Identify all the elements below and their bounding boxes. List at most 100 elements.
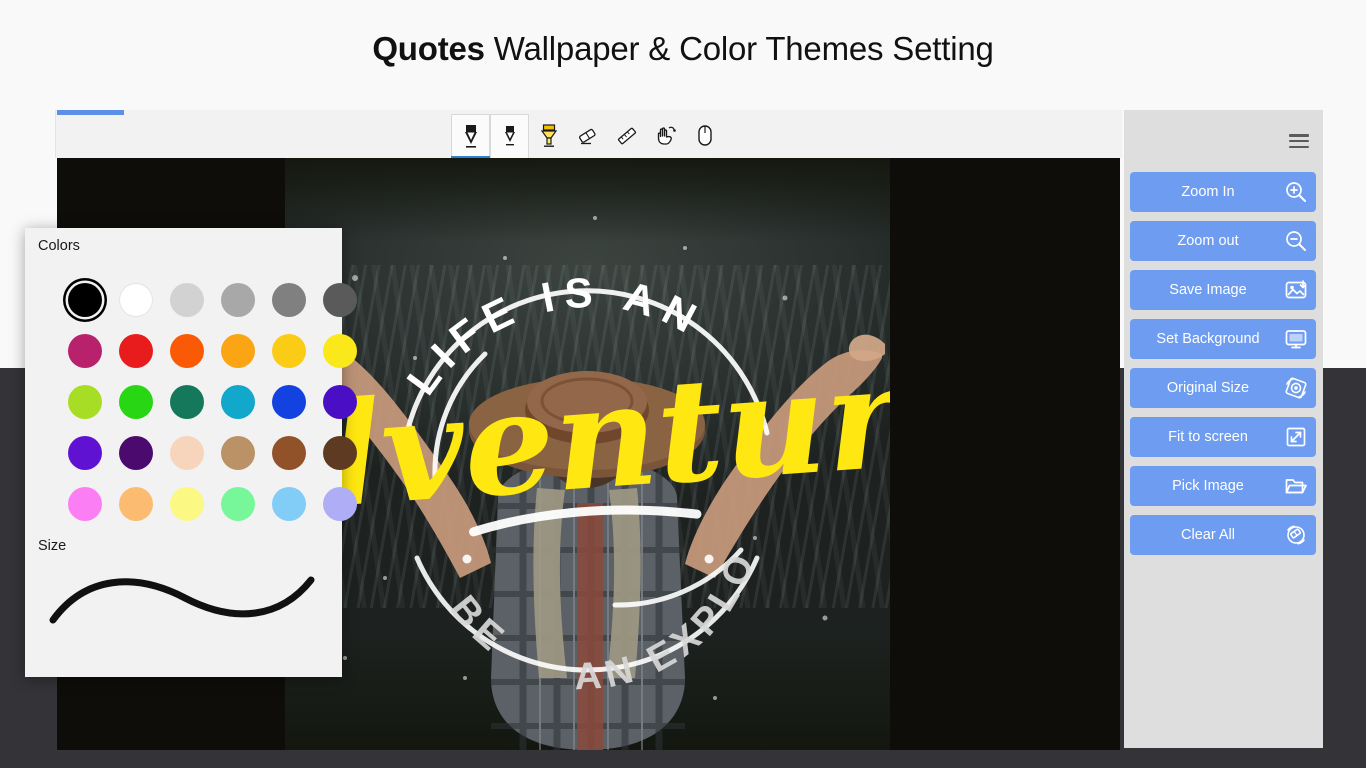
monitor-icon [1276,327,1316,351]
wallpaper-photo: LIFE IS AN BE AN EXPLORER Adventure [285,158,890,750]
ruler-icon [617,127,636,145]
original-size-label: Original Size [1166,380,1250,396]
color-swatch-22[interactable] [263,427,314,478]
color-swatch-dot [169,282,204,317]
color-swatch-dot [322,435,357,470]
color-swatch-21[interactable] [212,427,263,478]
color-swatch-dot [271,486,306,521]
color-swatch-dot [118,435,153,470]
color-swatch-15[interactable] [212,376,263,427]
color-swatch-dot [67,486,102,521]
color-swatch-9[interactable] [212,325,263,376]
highlighter-icon [540,124,557,147]
color-swatch-8[interactable] [161,325,212,376]
color-swatch-2[interactable] [161,274,212,325]
original-size-button[interactable]: Original Size [1130,368,1316,408]
fit-screen-icon [1276,425,1316,449]
color-swatch-dot [271,282,306,317]
color-swatch-dot [220,486,255,521]
zoom-out-icon [1276,229,1316,253]
color-swatch-dot [118,486,153,521]
color-swatch-dot [67,282,102,317]
pick-image-button[interactable]: Pick Image [1130,466,1316,506]
mouse-icon [697,125,712,146]
color-swatch-20[interactable] [161,427,212,478]
color-swatch-6[interactable] [59,325,110,376]
eraser-tool-button[interactable] [568,114,607,158]
pencil-tool-button[interactable] [490,114,529,158]
color-swatch-dot [322,282,357,317]
color-swatch-dot [118,282,153,317]
save-image-label: Save Image [1169,282,1247,298]
color-swatch-5[interactable] [314,274,365,325]
colors-flyout-panel: Colors Size [25,228,357,677]
size-heading: Size [38,538,67,554]
tool-strip [451,114,724,159]
color-swatch-23[interactable] [314,427,365,478]
ruler-tool-button[interactable] [607,114,646,158]
color-swatch-28[interactable] [263,478,314,529]
color-swatch-10[interactable] [263,325,314,376]
zoom-out-button[interactable]: Zoom out [1130,221,1316,261]
highlighter-tool-button[interactable] [529,114,568,158]
clear-all-label: Clear All [1181,527,1235,543]
zoom-in-button[interactable]: Zoom In [1130,172,1316,212]
zoom-out-label: Zoom out [1177,233,1239,249]
color-swatch-25[interactable] [110,478,161,529]
mouse-tool-button[interactable] [685,114,724,158]
color-swatch-dot [322,486,357,521]
pen-tool-button[interactable] [451,114,490,159]
hamburger-icon[interactable] [1289,134,1309,148]
color-swatch-grid [59,274,365,529]
color-swatch-0[interactable] [59,274,110,325]
color-swatch-dot [169,435,204,470]
page-title-rest: Wallpaper & Color Themes Setting [484,30,994,67]
color-swatch-1[interactable] [110,274,161,325]
color-swatch-17[interactable] [314,376,365,427]
color-swatch-27[interactable] [212,478,263,529]
save-image-icon [1276,278,1316,302]
page-title-bold: Quotes [372,30,485,67]
color-swatch-dot [67,384,102,419]
color-swatch-dot [118,333,153,368]
pen2-icon [504,125,515,145]
color-swatch-dot [271,384,306,419]
page-title: Quotes Wallpaper & Color Themes Setting [0,30,1366,68]
zoom-in-label: Zoom In [1181,184,1235,200]
set-background-button[interactable]: Set Background [1130,319,1316,359]
fit-to-screen-button[interactable]: Fit to screen [1130,417,1316,457]
color-swatch-24[interactable] [59,478,110,529]
clear-all-button[interactable]: Clear All [1130,515,1316,555]
color-swatch-19[interactable] [110,427,161,478]
color-swatch-16[interactable] [263,376,314,427]
color-swatch-dot [220,282,255,317]
fit-to-screen-label: Fit to screen [1168,429,1248,445]
set-background-label: Set Background [1156,331,1260,347]
color-swatch-13[interactable] [110,376,161,427]
toolbar-accent-bar [57,110,124,115]
color-swatch-29[interactable] [314,478,365,529]
color-swatch-dot [67,333,102,368]
hamburger-bar [1289,134,1309,137]
pen-icon [464,124,477,148]
color-swatch-dot [67,435,102,470]
color-swatch-4[interactable] [263,274,314,325]
color-swatch-18[interactable] [59,427,110,478]
color-swatch-14[interactable] [161,376,212,427]
colors-heading: Colors [38,238,80,254]
color-swatch-dot [169,384,204,419]
photo-person-art: LIFE IS AN BE AN EXPLORER Adventure [285,158,890,750]
color-swatch-11[interactable] [314,325,365,376]
eraser-icon [578,128,596,145]
hamburger-bar [1289,139,1309,143]
save-image-button[interactable]: Save Image [1130,270,1316,310]
color-swatch-dot [322,384,357,419]
pick-image-label: Pick Image [1172,478,1244,494]
photo-main-word: Adventure [285,328,890,552]
color-swatch-7[interactable] [110,325,161,376]
color-swatch-26[interactable] [161,478,212,529]
stroke-size-preview [49,576,315,624]
touch-draw-tool-button[interactable] [646,114,685,158]
color-swatch-12[interactable] [59,376,110,427]
color-swatch-3[interactable] [212,274,263,325]
